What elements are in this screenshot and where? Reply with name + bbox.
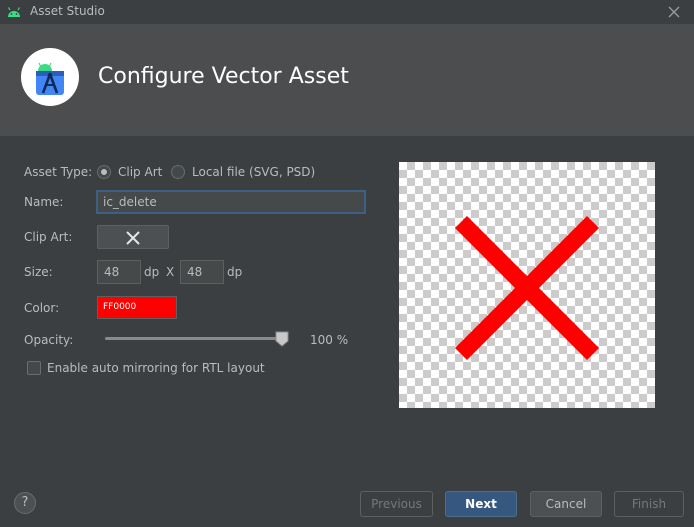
close-icon[interactable] (664, 2, 684, 22)
radio-local-file-label[interactable]: Local file (SVG, PSD) (192, 165, 315, 179)
height-input[interactable]: 48 (180, 260, 224, 284)
page-title: Configure Vector Asset (98, 64, 349, 89)
help-button[interactable]: ? (14, 492, 36, 514)
color-label: Color: (24, 301, 60, 315)
previous-button[interactable]: Previous (360, 491, 433, 517)
name-input[interactable]: ic_delete (96, 190, 366, 214)
height-unit: dp (227, 265, 243, 279)
close-icon (126, 231, 140, 245)
android-icon (7, 7, 21, 17)
radio-local-file-indicator[interactable] (171, 165, 185, 179)
clip-art-label: Clip Art: (24, 230, 73, 244)
opacity-slider-track (105, 337, 285, 340)
opacity-value: 100 % (310, 333, 349, 347)
radio-clip-art[interactable]: Clip Art (97, 165, 162, 179)
rtl-checkbox[interactable] (27, 361, 41, 375)
width-unit: dp (144, 265, 160, 279)
asset-studio-window: Asset Studio Configure Vector Asset Asse… (0, 0, 694, 527)
next-button[interactable]: Next (445, 491, 517, 517)
wizard-header: Configure Vector Asset (0, 24, 694, 136)
asset-type-label: Asset Type: (24, 165, 93, 179)
icon-preview (399, 162, 655, 408)
cancel-button[interactable]: Cancel (530, 491, 602, 517)
radio-local-file[interactable]: Local file (SVG, PSD) (171, 165, 315, 179)
close-icon (454, 215, 600, 361)
radio-clip-art-indicator[interactable] (97, 165, 111, 179)
android-studio-logo (21, 48, 79, 106)
title-bar: Asset Studio (0, 0, 694, 24)
size-separator: X (166, 265, 175, 279)
opacity-slider[interactable] (105, 331, 290, 347)
width-input[interactable]: 48 (97, 260, 141, 284)
clip-art-button[interactable] (97, 225, 169, 249)
opacity-label: Opacity: (24, 333, 74, 347)
name-label: Name: (24, 195, 64, 209)
color-picker[interactable]: FF0000 (97, 296, 177, 319)
finish-button[interactable]: Finish (614, 491, 684, 517)
radio-clip-art-label[interactable]: Clip Art (118, 165, 162, 179)
rtl-label[interactable]: Enable auto mirroring for RTL layout (47, 361, 265, 375)
size-label: Size: (24, 265, 53, 279)
window-title: Asset Studio (30, 4, 105, 18)
opacity-slider-thumb[interactable] (275, 331, 289, 347)
